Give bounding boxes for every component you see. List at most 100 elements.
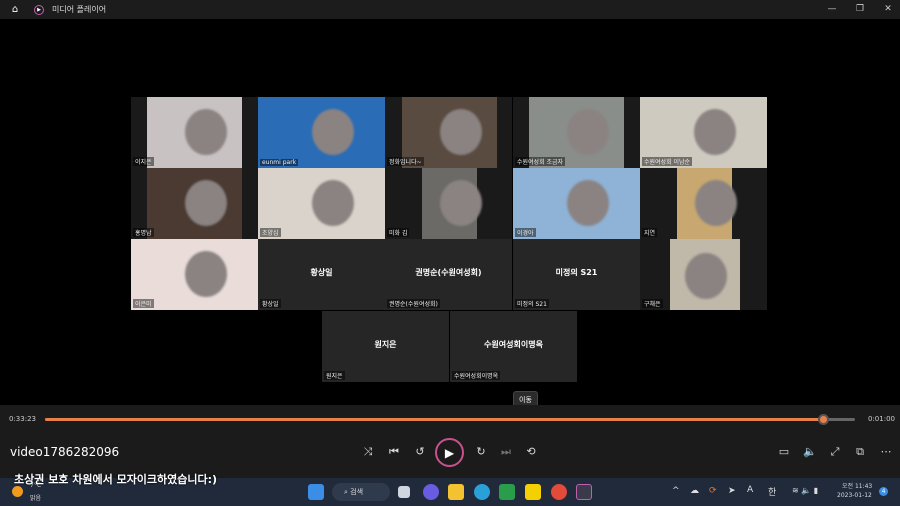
elapsed-time: 0:33:23 [9,415,36,423]
participant-tile: 수원여성회 조금자 [513,97,640,168]
home-icon[interactable]: ⌂ [9,4,21,15]
rewind-10-icon[interactable]: ↺ [411,445,429,458]
next-icon[interactable]: ⏭ [497,445,515,459]
participant-name: 권명순(수원여성회) [387,299,440,308]
mosaic-face [685,253,727,299]
participant-tile-no-video: 황상일 황상일 [258,239,385,310]
participant-name: 미화 김 [387,228,410,237]
participant-name: 지연 [642,228,658,237]
participant-tile-no-video: 미정의 S21 미정의 S21 [513,239,640,310]
participant-display-name: 권명순(수원여성회) [415,268,482,277]
participant-tile: 미화 김 [385,168,512,239]
participant-name: 이경아 [515,228,536,237]
edge-icon[interactable] [474,484,490,500]
media-player-taskbar-icon[interactable] [576,484,592,500]
mosaic-face [693,109,736,155]
close-button[interactable]: ✕ [874,0,900,19]
title-bar: ⌂ ▶ 미디어 플레이어 [0,0,900,19]
participant-tile-no-video: 수원여성회이명옥 수원여성회이명옥 [450,311,577,382]
clock-date[interactable]: 2023-01-12 [837,492,872,499]
seek-thumb[interactable] [817,414,829,425]
notification-badge[interactable]: 4 [879,487,888,496]
play-button[interactable]: ▶ [435,438,464,467]
ime-hangul[interactable]: 한 [768,485,776,498]
participant-tile: 홍명남 [131,168,258,239]
participant-name: 미정의 S21 [515,299,549,308]
captions-icon[interactable]: ▭ [775,445,793,458]
teams-chat-icon[interactable] [423,484,439,500]
participant-display-name: 황상일 [310,268,333,277]
location-icon[interactable]: ➤ [728,486,736,496]
minimize-button[interactable]: — [818,0,846,19]
participant-tile-no-video: 권명순(수원여성회) 권명순(수원여성회) [385,239,512,310]
forward-30-icon[interactable]: ↻ [472,445,490,458]
participant-display-name: 원지은 [374,340,397,349]
repeat-off-icon[interactable]: ⟲ [522,445,540,458]
mosaic-face [311,109,354,155]
video-name: video1786282096 [10,445,120,459]
tray-chevron-icon[interactable]: ^ [672,486,680,496]
window-title: 미디어 플레이어 [52,5,107,14]
mosaic-face [566,109,609,155]
kakaotalk-icon[interactable] [525,484,541,500]
participant-name: 정화입니다~ [387,157,424,166]
participant-display-name: 미정의 S21 [555,268,598,277]
participant-name: 원지은 [324,371,345,380]
participant-name: 황상일 [260,299,281,308]
clock-time[interactable]: 오전 11:43 [842,481,872,490]
seek-bar[interactable] [45,414,855,425]
participant-name: 수원여성회 조금자 [515,157,566,166]
mosaic-face [184,251,227,297]
sync-icon[interactable]: ⟳ [709,486,717,496]
participant-name: 이은미 [133,299,154,308]
mosaic-face [439,180,482,226]
fullscreen-icon[interactable]: ⤢ [826,445,844,459]
participant-name: 구채은 [642,299,663,308]
participant-tile: 조양심 [258,168,385,239]
participant-tile: 이지은 [131,97,258,168]
wifi-icon[interactable]: ≋ 🔈 ▮ [792,486,818,495]
participant-name: 조양심 [260,228,281,237]
onedrive-icon[interactable]: ☁ [690,486,699,496]
mini-player-icon[interactable]: ⧉ [851,445,869,459]
file-explorer-icon[interactable] [448,484,464,500]
taskbar-search[interactable]: ⌕ 검색 [332,483,390,501]
participant-name: 홍명남 [133,228,154,237]
participant-name: 이지은 [133,157,154,166]
subtitle-overlay: 초상권 보호 차원에서 모자이크하였습니다:) [14,473,218,486]
weather-sun-icon [12,486,23,497]
previous-icon[interactable]: ⏮ [385,445,403,459]
more-icon[interactable]: ⋯ [877,445,895,458]
volume-icon[interactable]: 🔈 [801,445,819,458]
mosaic-face [184,109,227,155]
meet-icon[interactable] [499,484,515,500]
participant-tile: 이경아 [513,168,640,239]
chrome-icon[interactable] [551,484,567,500]
participant-name: 수원여성회이명옥 [452,371,501,380]
participant-tile: 구채은 [640,239,767,310]
media-player-logo-icon: ▶ [34,4,44,15]
mosaic-face [694,180,737,226]
remaining-time: 0:01:00 [868,415,895,423]
mosaic-face [184,180,227,226]
search-label: 검색 [350,488,364,496]
player-controls: 0:33:23 0:01:00 video1786282096 ⤨ ⏮ ↺ ▶ … [0,405,900,478]
participant-tile: 이은미 [131,239,258,310]
participant-name: eunmi park [260,159,299,166]
mosaic-face [439,109,482,155]
participant-display-name: 수원여성회이명옥 [484,340,543,349]
ime-mode[interactable]: A [747,485,753,495]
participant-tile: 수원여성회 이남순 [640,97,767,168]
video-area[interactable]: 이지은 eunmi park 정화입니다~ 수원여성회 조금자 수원여성회 이남… [0,19,900,409]
windows-start-icon[interactable] [308,484,324,500]
task-view-icon[interactable] [398,486,410,498]
play-icon: ▶ [444,445,455,460]
shuffle-icon[interactable]: ⤨ [359,445,377,459]
mosaic-face [311,180,354,226]
mosaic-face [566,180,609,226]
participant-tile: eunmi park [258,97,385,168]
weather-text: 맑음 [30,495,42,502]
participant-tile: 정화입니다~ [385,97,512,168]
participant-name: 수원여성회 이남순 [642,157,693,166]
maximize-button[interactable]: ❐ [846,0,874,19]
